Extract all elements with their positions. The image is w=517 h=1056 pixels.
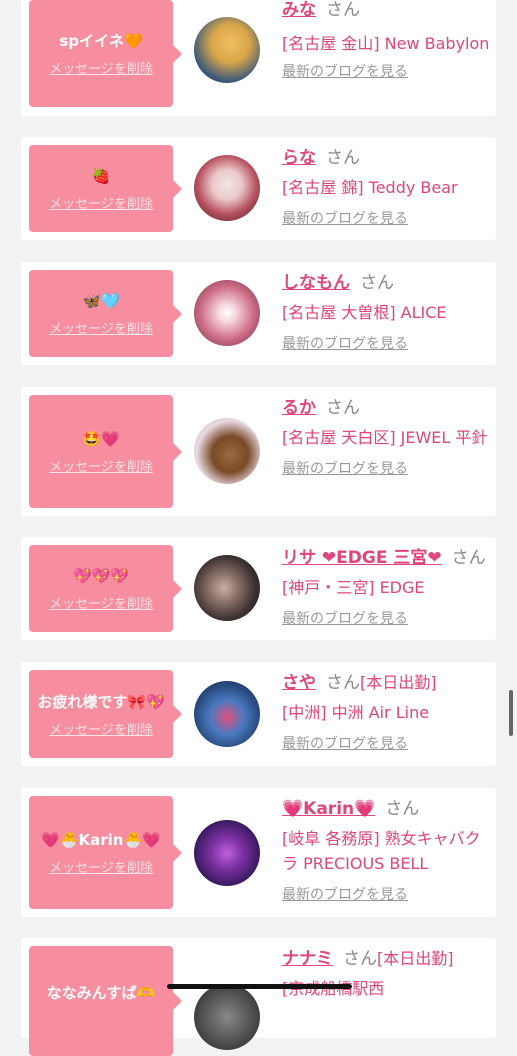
blog-link[interactable]: 最新のブログを見る [282,733,492,753]
blog-link[interactable]: 最新のブログを見る [282,608,496,628]
honorific: さん [343,949,377,969]
girl-name-link[interactable]: みな [282,0,316,20]
delete-message-link[interactable]: メッセージを削除 [49,593,153,612]
honorific: さん [385,799,420,819]
message-text: お疲れ様です🎀💖 [37,692,165,711]
list-item: 🤩💗 メッセージを削除 るか さん [名古屋 天白区] JEWEL 平針 最新のブ… [21,387,496,516]
honorific: さん [326,0,360,20]
girl-name-link[interactable]: リサ ❤EDGE 三宮❤ [282,548,442,568]
girl-name-link[interactable]: らな [282,148,316,168]
shop-name: [名古屋 天白区] JEWEL 平針 [282,428,488,447]
attendance-status: [本日出勤] [360,673,437,692]
message-text: 🍓 [91,167,111,185]
pooh-plush-avatar[interactable] [194,17,260,83]
message-text: ななみんすぱ🫶 [46,984,156,1002]
message-bubble: spイイネ🧡 メッセージを削除 [29,0,182,107]
shop-name: [中洲] 中洲 Air Line [282,703,430,722]
shop-name: [名古屋 金山] New Babylon [282,34,490,53]
message-bubble: 💗🐣Karin🐣💗 メッセージを削除 [29,796,182,909]
girl-avatar[interactable] [194,984,260,1050]
scrollbar[interactable] [509,690,513,736]
message-bubble: お疲れ様です🎀💖 メッセージを削除 [29,670,182,758]
honorific: さん [360,273,394,293]
home-indicator[interactable] [167,984,352,989]
blog-link[interactable]: 最新のブログを見る [282,884,492,904]
blog-link[interactable]: 最新のブログを見る [282,61,492,81]
delete-message-link[interactable]: メッセージを削除 [49,318,153,337]
message-bubble: ななみんすぱ🫶 [29,946,182,1056]
message-text: 🤩💗 [82,430,120,448]
girl-name-link[interactable]: るか [282,398,316,418]
girl-name-link[interactable]: さや [282,673,316,693]
blog-link[interactable]: 最新のブログを見る [282,208,492,228]
list-item: お疲れ様です🎀💖 メッセージを削除 さや さん[本日出勤] [中洲] 中洲 Air… [21,662,496,766]
girl-avatar[interactable] [194,155,260,221]
honorific: さん [326,398,360,418]
girl-name-link[interactable]: しなもん [282,273,350,293]
message-text: spイイネ🧡 [59,32,143,50]
list-item: 💗🐣Karin🐣💗 メッセージを削除 💗Karin💗 さん [岐阜 各務原] 熟女… [21,788,496,917]
girl-avatar[interactable] [194,280,260,346]
message-bubble: 🦋🩵 メッセージを削除 [29,270,182,357]
delete-message-link[interactable]: メッセージを削除 [49,719,153,738]
delete-message-link[interactable]: メッセージを削除 [49,456,153,475]
attendance-status: [本日出勤] [377,949,454,968]
message-text: 🦋🩵 [82,292,120,310]
girl-name-link[interactable]: 💗Karin💗 [282,799,375,819]
message-bubble: 🤩💗 メッセージを削除 [29,395,182,508]
shop-name: [名古屋 錦] Teddy Bear [282,178,458,197]
shop-name: [岐阜 各務原] 熟女キャバクラ PRECIOUS BELL [282,829,481,873]
message-text: 💗🐣Karin🐣💗 [41,831,161,849]
delete-message-link[interactable]: メッセージを削除 [49,857,153,876]
girl-avatar[interactable] [194,555,260,621]
girl-avatar[interactable] [194,820,260,886]
blog-link[interactable]: 最新のブログを見る [282,333,492,353]
list-item: 💖💖💖 メッセージを削除 リサ ❤EDGE 三宮❤ さん [神戸・三宮] EDGE… [21,537,496,640]
message-bubble: 💖💖💖 メッセージを削除 [29,545,182,632]
delete-message-link[interactable]: メッセージを削除 [49,58,153,77]
delete-message-link[interactable]: メッセージを削除 [49,193,153,212]
blog-link[interactable]: 最新のブログを見る [282,458,492,478]
girl-name-link[interactable]: ナナミ [282,949,333,969]
list-item: spイイネ🧡 メッセージを削除 みな さん [名古屋 金山] New Babylo… [21,0,496,116]
honorific: さん [326,673,360,693]
airline-avatar[interactable] [194,681,260,747]
message-bubble: 🍓 メッセージを削除 [29,145,182,232]
honorific: さん [326,148,360,168]
list-item: 🦋🩵 メッセージを削除 しなもん さん [名古屋 大曽根] ALICE 最新のブロ… [21,262,496,365]
shop-name: [神戸・三宮] EDGE [282,578,425,597]
message-text: 💖💖💖 [72,567,130,585]
bear-plush-avatar[interactable] [194,418,260,484]
list-item: 🍓 メッセージを削除 らな さん [名古屋 錦] Teddy Bear 最新のブロ… [21,137,496,240]
honorific: さん [451,548,486,568]
shop-name: [名古屋 大曽根] ALICE [282,303,447,322]
